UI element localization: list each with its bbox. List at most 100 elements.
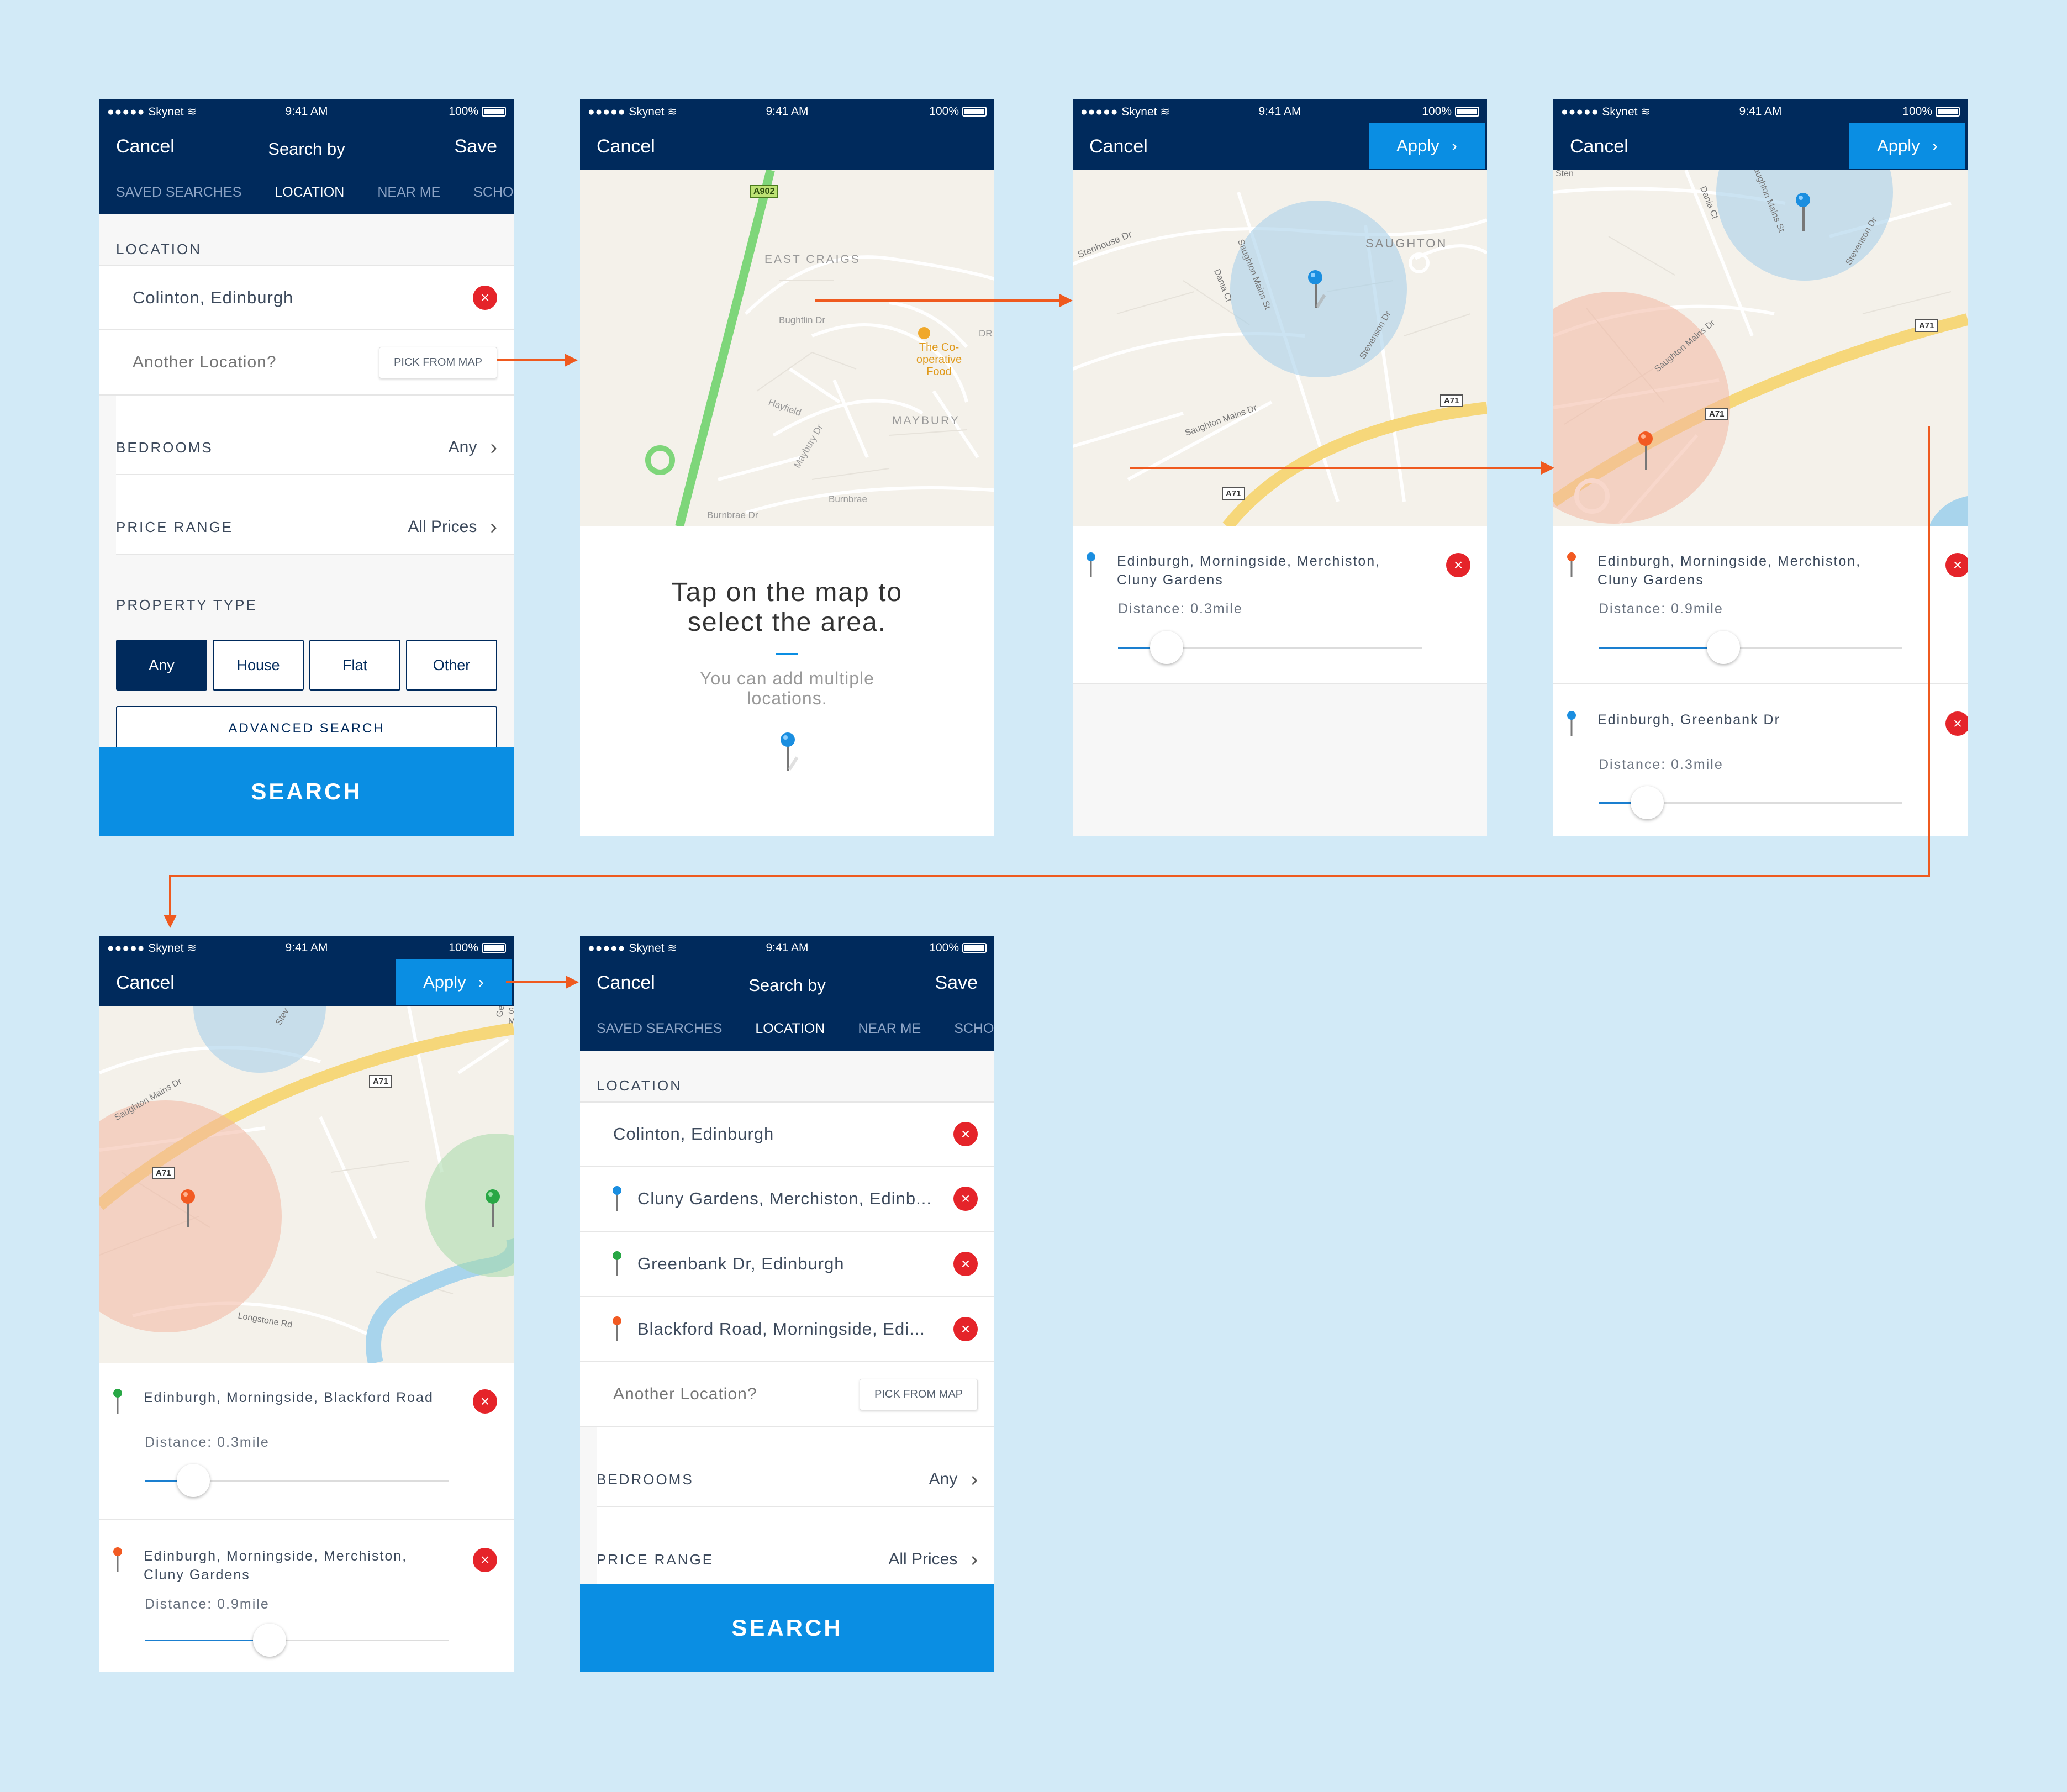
another-location-input[interactable] [133,353,379,372]
flow-arrow-line [169,875,1930,877]
screen-search-by-location-multi: ●●●●● Skynet ≋ 9:41 AM 100% Cancel Searc… [580,936,994,1672]
remove-location-button[interactable]: × [953,1122,978,1146]
tab-schools[interactable]: SCHO [954,1021,994,1037]
property-any-button[interactable]: Any [116,640,207,691]
tab-schools[interactable]: SCHO [473,185,513,201]
map-label: Burnbrae Dr [707,510,758,520]
map-view[interactable]: Stev Saughton Mains Dr A71 A71 Stenhouse… [99,1006,514,1363]
slider-fill [1599,647,1723,649]
remove-location-button[interactable]: × [953,1317,978,1341]
slider-knob[interactable] [177,1464,210,1497]
map-streets [1073,192,1487,526]
distance-slider[interactable] [1118,631,1422,664]
remove-location-button[interactable]: × [473,286,497,310]
cancel-button[interactable]: Cancel [1570,136,1628,157]
map-pin-icon [113,1389,122,1414]
property-flat-button[interactable]: Flat [309,640,400,691]
cancel-button[interactable]: Cancel [597,136,655,157]
slider-knob[interactable] [252,1624,286,1657]
nav-bar: Cancel [580,124,994,170]
remove-area-button[interactable]: × [1945,711,1968,736]
price-range-row[interactable]: PRICE RANGE All Prices › [116,475,514,555]
apply-label: Apply [1396,136,1439,155]
carrier: ●●●●● Skynet ≋ [588,941,677,955]
battery-indicator: 100% [449,105,506,118]
flow-arrow-line [497,359,569,361]
map-view[interactable]: Stenhouse Dr SAUGHTON Saughton Mains St … [1073,170,1487,526]
status-bar: ●●●●● Skynet ≋ 9:41 AM 100% [1073,99,1487,124]
map-pin-icon [1087,552,1095,577]
map-pin-icon [113,1547,122,1572]
battery-indicator: 100% [929,105,987,118]
apply-button[interactable]: Apply › [1849,123,1965,169]
another-location-input[interactable] [613,1385,860,1404]
battery-indicator: 100% [1902,105,1960,118]
remove-location-button[interactable]: × [953,1187,978,1211]
distance-slider[interactable] [145,1464,449,1497]
remove-area-button[interactable]: × [473,1548,497,1572]
tab-saved-searches[interactable]: SAVED SEARCHES [116,185,241,201]
flow-arrow-head [565,354,578,367]
tab-location[interactable]: LOCATION [275,185,344,201]
screen-pick-from-map: ●●●●● Skynet ≋ 9:41 AM 100% Cancel A902 … [580,99,994,836]
map-pin-icon [613,1251,621,1276]
bedrooms-row[interactable]: BEDROOMS Any › [597,1427,994,1507]
screen-search-by-location: ●●●●● Skynet ≋ 9:41 AM 100% Cancel Searc… [99,99,514,836]
area-distance: Distance: 0.9mile [145,1596,270,1612]
remove-location-button[interactable]: × [953,1252,978,1276]
chevron-right-icon: › [1451,136,1457,155]
property-other-button[interactable]: Other [406,640,497,691]
search-button[interactable]: SEARCH [580,1584,994,1672]
road-sign-a71: A71 [1705,408,1728,420]
screen-map-area-two: ●●●●● Skynet ≋ 9:41 AM 100% Cancel Apply… [1553,99,1968,836]
carrier: ●●●●● Skynet ≋ [588,105,677,118]
distance-slider[interactable] [1599,631,1902,664]
location-value: Colinton, Edinburgh [133,288,294,307]
save-button[interactable]: Save [455,136,498,157]
search-button[interactable]: SEARCH [99,747,514,836]
chevron-right-icon: › [1932,136,1938,155]
bedrooms-value: Any [448,438,477,456]
save-button[interactable]: Save [935,972,978,994]
distance-slider[interactable] [145,1624,449,1657]
pick-from-map-button[interactable]: PICK FROM MAP [378,346,497,378]
shop-icon [918,327,930,339]
header: ●●●●● Skynet ≋ 9:41 AM 100% Cancel [580,99,994,170]
tab-near-me[interactable]: NEAR ME [858,1021,921,1037]
tab-saved-searches[interactable]: SAVED SEARCHES [597,1021,722,1037]
location-row: Colinton, Edinburgh × [580,1101,994,1167]
property-house-button[interactable]: House [213,640,304,691]
distance-slider[interactable] [1599,786,1902,819]
slider-knob[interactable] [1150,631,1183,664]
instruction-title: Tap on the map to select the area. [580,578,994,637]
map-label: Bughtlin Dr [779,315,826,325]
remove-area-button[interactable]: × [473,1389,497,1414]
advanced-search-button[interactable]: ADVANCED SEARCH [116,706,497,750]
bedrooms-row[interactable]: BEDROOMS Any › [116,396,514,475]
map-label: SAUGHTON [1365,236,1448,250]
carrier: ●●●●● Skynet ≋ [107,105,197,118]
tab-near-me[interactable]: NEAR ME [377,185,440,201]
header: ●●●●● Skynet ≋ 9:41 AM 100% Cancel Searc… [580,936,994,1051]
header: ●●●●● Skynet ≋ 9:41 AM 100% Cancel Apply… [1073,99,1487,170]
remove-area-button[interactable]: × [1945,553,1968,577]
cancel-button[interactable]: Cancel [1089,136,1148,157]
area-distance: Distance: 0.3mile [145,1435,270,1450]
slider-knob[interactable] [1631,786,1664,819]
road-sign-a71: A71 [1915,319,1938,332]
price-range-row[interactable]: PRICE RANGE All Prices › [597,1507,994,1587]
apply-button[interactable]: Apply › [396,959,512,1005]
header: ●●●●● Skynet ≋ 9:41 AM 100% Cancel Apply… [1553,99,1968,170]
map-view[interactable]: Sten Saughton Mains St Dania Ct Stevenso… [1553,170,1968,526]
apply-label: Apply [423,972,466,992]
tab-location[interactable]: LOCATION [755,1021,825,1037]
apply-button[interactable]: Apply › [1369,123,1485,169]
remove-area-button[interactable]: × [1446,553,1470,577]
slider-knob[interactable] [1706,631,1740,664]
battery-icon [1936,107,1960,117]
location-value: Blackford Road, Morningside, Edi... [637,1319,925,1338]
area-location-name: Edinburgh, Morningside, Merchiston, Clun… [1117,552,1380,589]
pick-from-map-button[interactable]: PICK FROM MAP [859,1378,978,1410]
map-view[interactable]: A902 EAST CRAIGS Bughtlin Dr The Co-oper… [580,170,994,526]
cancel-button[interactable]: Cancel [116,972,175,994]
